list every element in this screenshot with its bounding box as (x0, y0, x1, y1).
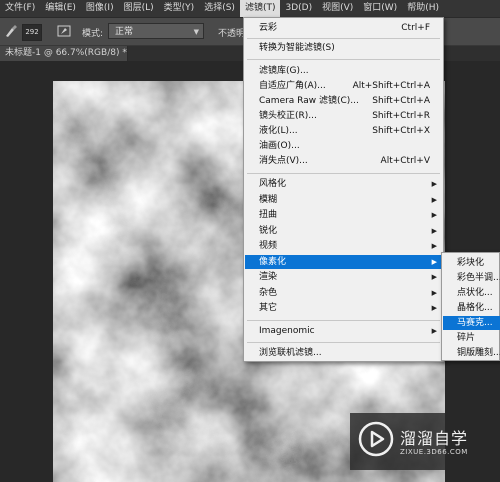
menu-item-video[interactable]: 视频 ▶ (245, 239, 442, 253)
submenu-item-mosaic[interactable]: 马赛克... (443, 316, 500, 330)
menu-help[interactable]: 帮助(H) (402, 0, 444, 17)
menu-divider (247, 59, 440, 60)
menu-file[interactable]: 文件(F) (0, 0, 40, 17)
menu-item-liquify[interactable]: 液化(L)... Shift+Ctrl+X (245, 124, 442, 138)
submenu-arrow-icon: ▶ (431, 196, 437, 204)
menu-item-camera-raw[interactable]: Camera Raw 滤镜(C)... Shift+Ctrl+A (245, 94, 442, 108)
menu-item-noise[interactable]: 杂色 ▶ (245, 286, 442, 300)
menu-window[interactable]: 窗口(W) (358, 0, 402, 17)
menu-item-convert-smart-filter[interactable]: 转换为智能滤镜(S) (245, 41, 442, 55)
submenu-arrow-icon: ▶ (431, 327, 437, 335)
menu-item-browse-online-filters[interactable]: 浏览联机滤镜... (245, 346, 442, 360)
submenu-arrow-icon: ▶ (431, 304, 437, 312)
chevron-down-icon: ▼ (193, 28, 199, 36)
menu-item-imagenomic[interactable]: Imagenomic ▶ (245, 324, 442, 338)
submenu-arrow-icon: ▶ (431, 180, 437, 188)
menu-3d[interactable]: 3D(D) (280, 0, 317, 17)
watermark-title: 溜溜自学 (400, 429, 469, 448)
menu-divider (247, 38, 440, 39)
brush-size-value: 292 (25, 28, 39, 36)
brush-panel-icon[interactable] (56, 23, 72, 39)
menu-item-clouds[interactable]: 云彩 Ctrl+F (245, 21, 442, 35)
mode-label: 模式: (82, 29, 104, 39)
menu-divider (247, 173, 440, 174)
menu-item-render[interactable]: 渲染 ▶ (245, 270, 442, 284)
menu-type[interactable]: 类型(Y) (159, 0, 200, 17)
submenu-arrow-icon: ▶ (431, 289, 437, 297)
mode-value: 正常 (115, 27, 134, 37)
submenu-arrow-icon: ▶ (431, 273, 437, 281)
submenu-arrow-icon: ▶ (431, 227, 437, 235)
menu-item-pixelate[interactable]: 像素化 ▶ (245, 255, 442, 269)
submenu-item-pointillize[interactable]: 点状化... (443, 286, 500, 300)
watermark: 溜溜自学 ZIXUE.3D66.COM (350, 413, 475, 470)
menu-item-filter-gallery[interactable]: 滤镜库(G)... (245, 64, 442, 78)
menu-item-adaptive-wide-angle[interactable]: 自适应广角(A)... Alt+Shift+Ctrl+A (245, 79, 442, 93)
menu-divider (247, 342, 440, 343)
menu-item-oil-paint[interactable]: 油画(O)... (245, 139, 442, 153)
opacity-label: 不透明 (218, 29, 246, 39)
menu-image[interactable]: 图像(I) (81, 0, 119, 17)
watermark-subtitle: ZIXUE.3D66.COM (400, 448, 468, 456)
menu-item-stylize[interactable]: 风格化 ▶ (245, 177, 442, 191)
menu-item-blur[interactable]: 模糊 ▶ (245, 193, 442, 207)
submenu-arrow-icon: ▶ (431, 258, 437, 266)
document-tab-title: 未标题-1 @ 66.7%(RGB/8) * (5, 48, 127, 58)
submenu-item-color-halftone[interactable]: 彩色半调... (443, 271, 500, 285)
submenu-item-fragment[interactable]: 碎片 (443, 331, 500, 345)
menu-edit[interactable]: 编辑(E) (40, 0, 81, 17)
brush-tool-icon[interactable] (3, 23, 19, 39)
submenu-item-mezzotint[interactable]: 铜版雕刻... (443, 346, 500, 360)
menu-item-other[interactable]: 其它 ▶ (245, 301, 442, 315)
menu-item-lens-correction[interactable]: 镜头校正(R)... Shift+Ctrl+R (245, 109, 442, 123)
submenu-arrow-icon: ▶ (431, 242, 437, 250)
submenu-item-crystallize[interactable]: 晶格化... (443, 301, 500, 315)
menu-layer[interactable]: 图层(L) (119, 0, 159, 17)
menu-item-distort[interactable]: 扭曲 ▶ (245, 208, 442, 222)
menu-divider (247, 320, 440, 321)
submenu-arrow-icon: ▶ (431, 211, 437, 219)
submenu-item-facet[interactable]: 彩块化 (443, 256, 500, 270)
mode-select[interactable]: 正常 ▼ (108, 23, 204, 39)
menu-item-vanishing-point[interactable]: 消失点(V)... Alt+Ctrl+V (245, 154, 442, 168)
play-logo-icon (358, 421, 394, 457)
brush-size-preset[interactable]: 292 (22, 24, 42, 41)
menu-view[interactable]: 视图(V) (317, 0, 358, 17)
pixelate-submenu: 彩块化 彩色半调... 点状化... 晶格化... 马赛克... 碎片 铜版雕刻… (441, 252, 500, 361)
filter-menu: 云彩 Ctrl+F 转换为智能滤镜(S) 滤镜库(G)... 自适应广角(A).… (243, 17, 444, 362)
menu-bar: 文件(F) 编辑(E) 图像(I) 图层(L) 类型(Y) 选择(S) 滤镜(T… (0, 0, 500, 18)
menu-item-sharpen[interactable]: 锐化 ▶ (245, 224, 442, 238)
menu-select[interactable]: 选择(S) (199, 0, 240, 17)
menu-filter[interactable]: 滤镜(T) (239, 0, 281, 17)
document-tab[interactable]: 未标题-1 @ 66.7%(RGB/8) * × (0, 46, 128, 73)
